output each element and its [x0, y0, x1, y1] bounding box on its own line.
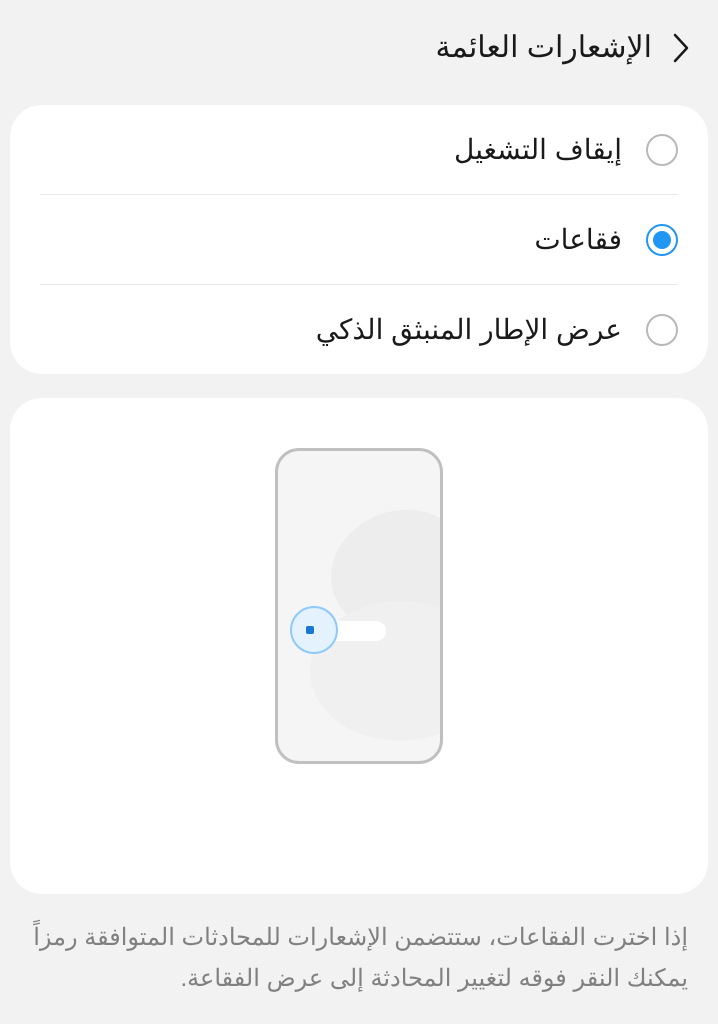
radio-bubbles[interactable] — [646, 224, 678, 256]
option-off[interactable]: إيقاف التشغيل — [10, 105, 708, 194]
option-bubbles-label: فقاعات — [534, 223, 622, 256]
description-text: إذا اخترت الفقاعات، ستتضمن الإشعارات للم… — [0, 894, 718, 1024]
option-off-label: إيقاف التشغيل — [454, 133, 622, 166]
option-bubbles[interactable]: فقاعات — [10, 195, 708, 284]
preview-card — [10, 398, 708, 894]
options-card: إيقاف التشغيل فقاعات عرض الإطار المنبثق … — [10, 105, 708, 374]
header: الإشعارات العائمة — [0, 0, 718, 95]
option-smart-popup-label: عرض الإطار المنبثق الذكي — [316, 313, 622, 346]
option-smart-popup[interactable]: عرض الإطار المنبثق الذكي — [10, 285, 708, 374]
bubble-icon-illustration — [290, 606, 338, 654]
radio-smart-popup[interactable] — [646, 314, 678, 346]
radio-off[interactable] — [646, 134, 678, 166]
back-button[interactable] — [672, 33, 690, 63]
chevron-right-icon — [672, 33, 690, 63]
phone-mockup-illustration — [275, 448, 443, 764]
page-title: الإشعارات العائمة — [436, 30, 652, 65]
